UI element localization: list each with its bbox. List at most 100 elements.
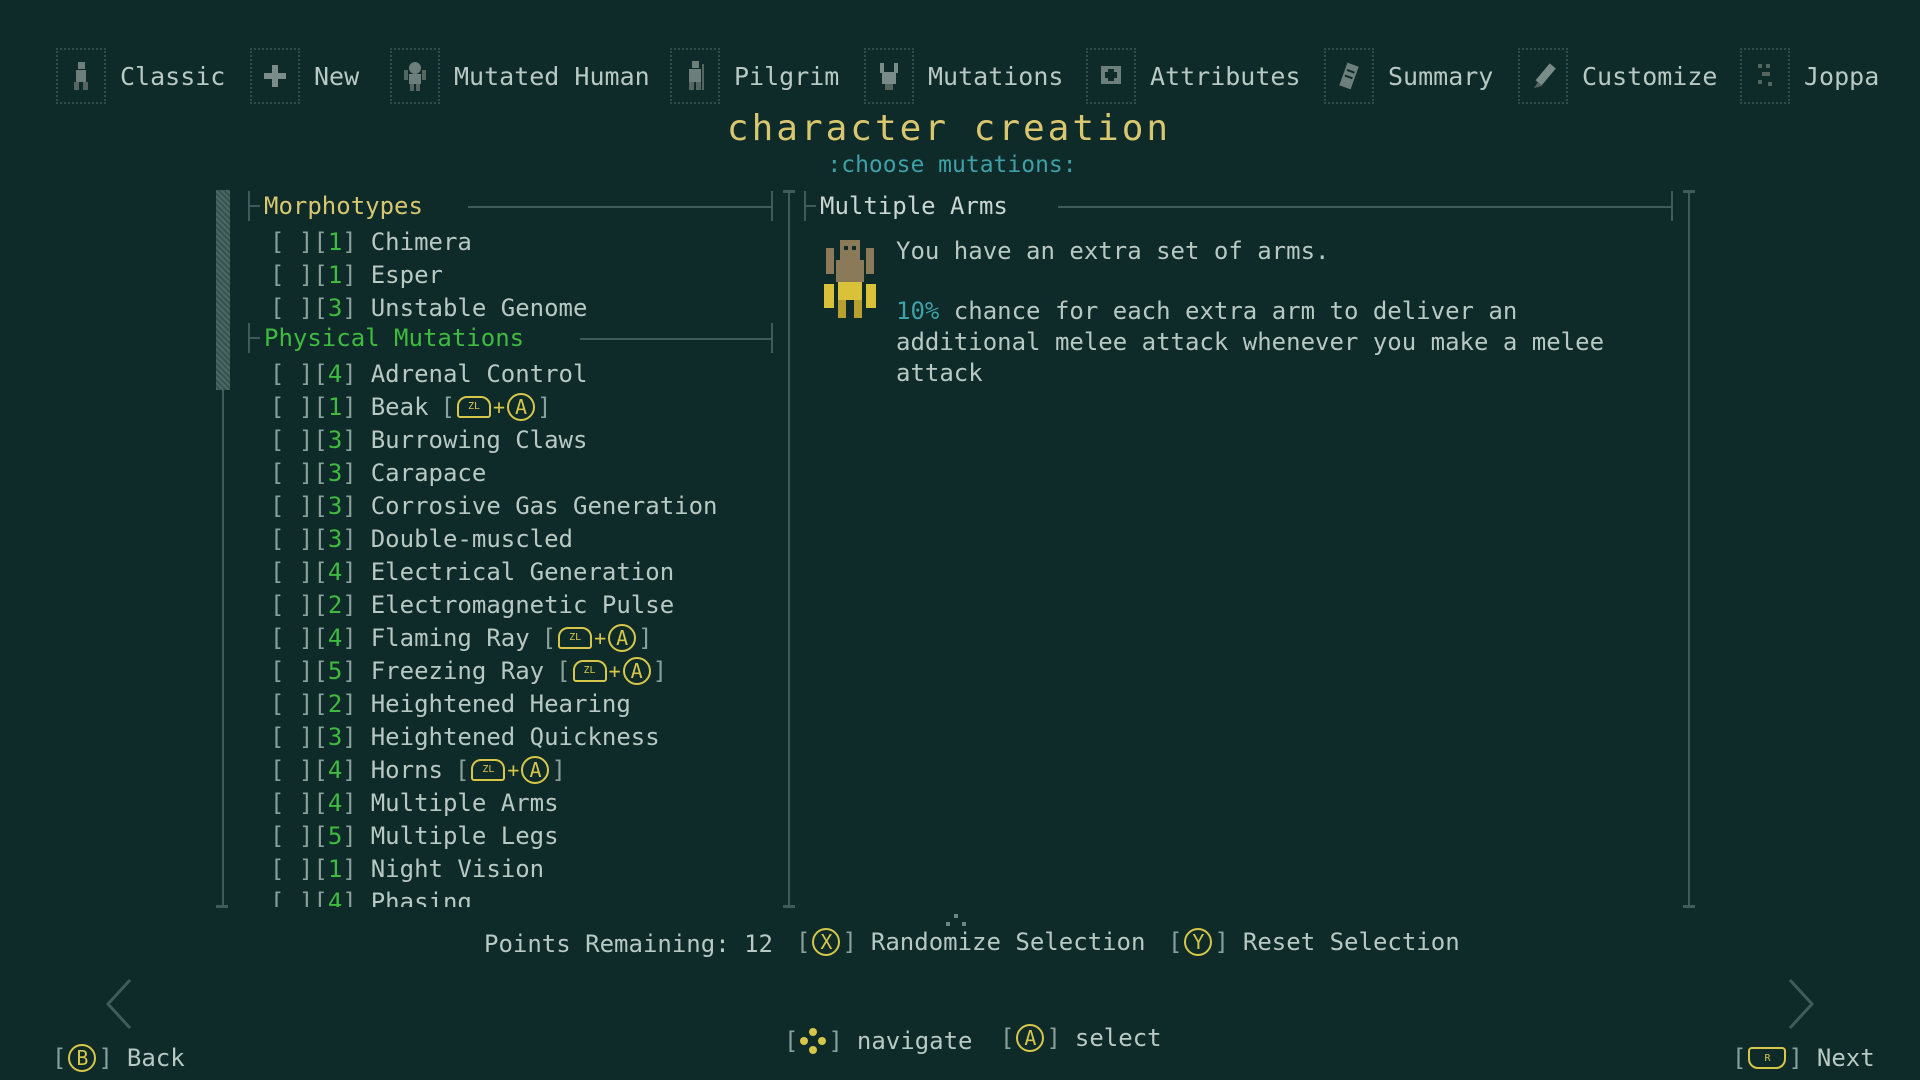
tab-attributes[interactable]: Attributes — [1086, 48, 1301, 104]
list-item-adrenal-control[interactable]: [ ][4] Adrenal Control — [270, 357, 790, 390]
section-title: Morphotypes — [264, 192, 423, 220]
description-line-2: 10% chance for each extra arm to deliver… — [896, 296, 1656, 389]
points-remaining: Points Remaining: 12 — [484, 930, 773, 958]
tab-mutated-human[interactable]: Mutated Human — [390, 48, 650, 104]
mutation-list: [ ][1] Chimera [ ][1] Esper [ ][3] Unsta… — [270, 225, 790, 908]
mutation-name: Electrical Generation — [370, 557, 675, 586]
list-item-night-vision[interactable]: [ ][1] Night Vision — [270, 852, 790, 885]
mutation-name: Carapace — [370, 458, 487, 487]
list-item-burrowing-claws[interactable]: [ ][3] Burrowing Claws — [270, 423, 790, 456]
checkbox: [ ] — [270, 656, 314, 685]
list-item-heightened-hearing[interactable]: [ ][2] Heightened Hearing — [270, 687, 790, 720]
mutation-name: Esper — [370, 260, 443, 289]
list-item-beak[interactable]: [ ][1] Beak [ZL + A] — [270, 390, 790, 423]
mutation-cost: 1 — [327, 392, 343, 421]
mutation-cost: 2 — [327, 689, 343, 718]
tab-joppa[interactable]: Joppa — [1740, 48, 1879, 104]
checkbox: [ ] — [270, 425, 314, 454]
ability-combo-hint: [ZL + A] — [454, 755, 566, 784]
tab-customize[interactable]: Customize — [1518, 48, 1717, 104]
mutation-cost: 1 — [327, 260, 343, 289]
tab-summary[interactable]: Summary — [1324, 48, 1493, 104]
page-subtitle: :choose mutations: — [827, 152, 1077, 178]
mutation-cost: 3 — [327, 293, 343, 322]
mutation-cost: 1 — [327, 227, 343, 256]
a-button-icon: A — [1016, 1024, 1045, 1052]
mutation-cost: 4 — [327, 755, 343, 784]
mutation-description: You have an extra set of arms. 10% chanc… — [896, 236, 1656, 418]
mutation-name: Heightened Hearing — [370, 689, 631, 718]
a-button-icon: A — [608, 623, 637, 652]
select-hint: [A] select — [1000, 1024, 1162, 1052]
r-trigger-icon: R — [1748, 1047, 1787, 1069]
detail-header: Multiple Arms — [804, 191, 1008, 221]
list-item-electromagnetic-pulse[interactable]: [ ][2] Electromagnetic Pulse — [270, 588, 790, 621]
tab-label: New — [314, 61, 360, 91]
tab-label: Classic — [120, 61, 226, 91]
checkbox: [ ] — [270, 359, 314, 388]
reset-selection-button[interactable]: [Y] Reset Selection — [1168, 928, 1460, 956]
mutation-name: Chimera — [370, 227, 472, 256]
list-item-esper[interactable]: [ ][1] Esper — [270, 258, 790, 291]
mutation-name: Horns — [370, 755, 443, 784]
list-item-carapace[interactable]: [ ][3] Carapace — [270, 456, 790, 489]
list-item-unstable-genome[interactable]: [ ][3] Unstable Genome — [270, 291, 790, 324]
navigate-hint: [ ] navigate — [784, 1027, 973, 1055]
a-button-icon: A — [622, 656, 651, 685]
list-item-flaming-ray[interactable]: [ ][4] Flaming Ray [ZL + A] — [270, 621, 790, 654]
dpad-icon — [800, 1028, 827, 1054]
list-item-heightened-quickness[interactable]: [ ][3] Heightened Quickness — [270, 720, 790, 753]
next-page-arrow-icon[interactable] — [1780, 976, 1820, 1032]
header-tick — [250, 205, 260, 207]
tab-pilgrim[interactable]: Pilgrim — [670, 48, 839, 104]
plus-icon — [250, 48, 300, 104]
mutation-cost: 1 — [327, 854, 343, 883]
combo-plus: + — [507, 757, 520, 782]
b-button-icon: B — [68, 1044, 97, 1072]
checkbox: [ ] — [270, 689, 314, 718]
tab-mutations[interactable]: Mutations — [864, 48, 1063, 104]
list-item-corrosive-gas-generation[interactable]: [ ][3] Corrosive Gas Generation — [270, 489, 790, 522]
detail-title: Multiple Arms — [820, 192, 1008, 220]
mutation-name: Flaming Ray — [370, 623, 530, 652]
mutation-cost: 4 — [327, 557, 343, 586]
checkbox: [ ] — [270, 557, 314, 586]
list-item-electrical-generation[interactable]: [ ][4] Electrical Generation — [270, 555, 790, 588]
mutation-cost: 4 — [327, 788, 343, 817]
list-item-chimera[interactable]: [ ][1] Chimera — [270, 225, 790, 258]
tab-label: Mutations — [928, 61, 1064, 91]
checkbox: [ ] — [270, 854, 314, 883]
select-label: select — [1074, 1024, 1162, 1052]
checkbox: [ ] — [270, 722, 314, 751]
list-item-horns[interactable]: [ ][4] Horns [ZL + A] — [270, 753, 790, 786]
tab-classic[interactable]: Classic — [56, 48, 225, 104]
right-frame-cap-top — [1683, 190, 1695, 193]
right-frame-cap-bottom — [1683, 905, 1695, 908]
checkbox: [ ] — [270, 260, 314, 289]
list-scrollbar[interactable] — [216, 190, 230, 390]
list-item-freezing-ray[interactable]: [ ][5] Freezing Ray [ZL + A] — [270, 654, 790, 687]
list-item-phasing[interactable]: [ ][4] Phasing — [270, 885, 790, 908]
left-frame-cap — [216, 905, 228, 908]
ability-combo-hint: [ZL + A] — [556, 656, 668, 685]
tab-new[interactable]: New — [250, 48, 359, 104]
header-tick — [250, 337, 260, 339]
next-label: Next — [1816, 1044, 1875, 1072]
header-rule — [1058, 206, 1672, 208]
previous-page-arrow-icon[interactable] — [100, 976, 140, 1032]
list-item-multiple-legs[interactable]: [ ][5] Multiple Legs — [270, 819, 790, 852]
next-button[interactable]: [R] Next — [1732, 1044, 1875, 1072]
list-item-double-muscled[interactable]: [ ][3] Double-muscled — [270, 522, 790, 555]
zl-trigger-icon: ZL — [456, 395, 491, 418]
list-item-multiple-arms[interactable]: > [ ][4] Multiple Arms — [270, 786, 790, 819]
pencil-icon — [1518, 48, 1568, 104]
back-label: Back — [126, 1044, 185, 1072]
pilgrim-icon — [670, 48, 720, 104]
header-rule-end — [1671, 191, 1673, 221]
divider-cap-top — [783, 190, 795, 193]
back-button[interactable]: [B] Back — [52, 1044, 185, 1072]
mutation-cost: 3 — [327, 722, 343, 751]
mutation-name: Unstable Genome — [370, 293, 588, 322]
mutation-cost: 5 — [327, 656, 343, 685]
randomize-selection-button[interactable]: [X] Randomize Selection — [796, 928, 1145, 956]
